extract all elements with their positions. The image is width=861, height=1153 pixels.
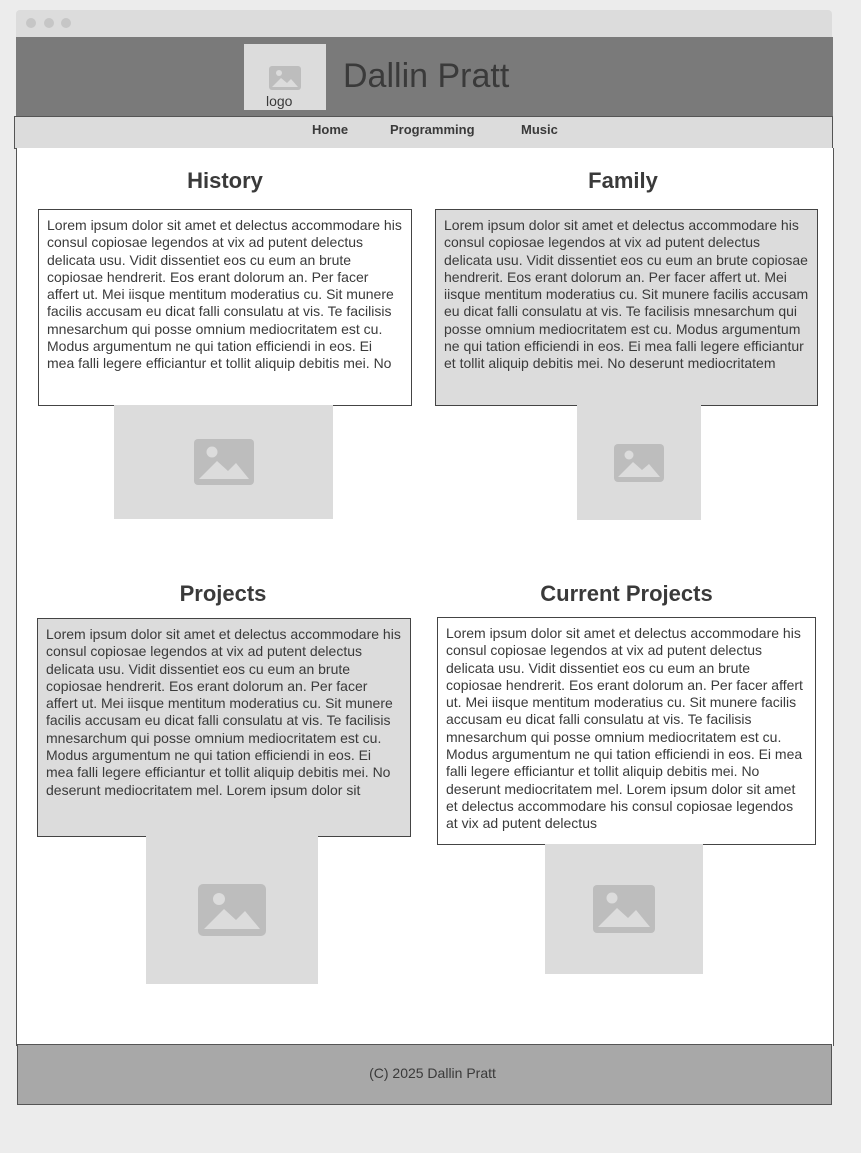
logo-label: logo (266, 93, 293, 109)
window-minimize-dot[interactable] (44, 18, 54, 28)
window-titlebar (16, 10, 832, 38)
projects-text-box: Lorem ipsum dolor sit amet et delectus a… (37, 618, 411, 837)
current-projects-image-placeholder (545, 844, 703, 974)
window-maximize-dot[interactable] (61, 18, 71, 28)
section-title-current-projects: Current Projects (540, 581, 713, 606)
history-text-box: Lorem ipsum dolor sit amet et delectus a… (38, 209, 412, 406)
section-title-family: Family (588, 168, 658, 193)
nav-item-programming[interactable]: Programming (390, 122, 475, 137)
image-placeholder-icon (198, 884, 266, 936)
image-placeholder-icon (614, 443, 664, 482)
image-placeholder-icon (593, 885, 655, 933)
nav-item-home[interactable]: Home (312, 122, 348, 137)
image-placeholder-icon (193, 439, 254, 485)
image-placeholder-icon (269, 66, 301, 90)
current-projects-text-box: Lorem ipsum dolor sit amet et delectus a… (437, 617, 816, 845)
section-title-projects: Projects (179, 581, 267, 606)
family-text-box: Lorem ipsum dolor sit amet et delectus a… (435, 209, 818, 406)
site-title: Dallin Pratt (343, 57, 510, 95)
footer-copyright: (C) 2025 Dallin Pratt (369, 1065, 496, 1081)
family-image-placeholder (577, 405, 701, 520)
nav-item-music[interactable]: Music (521, 122, 558, 137)
history-image-placeholder (114, 405, 333, 519)
window-close-dot[interactable] (26, 18, 36, 28)
section-title-history: History (187, 168, 263, 193)
projects-image-placeholder (146, 836, 318, 984)
